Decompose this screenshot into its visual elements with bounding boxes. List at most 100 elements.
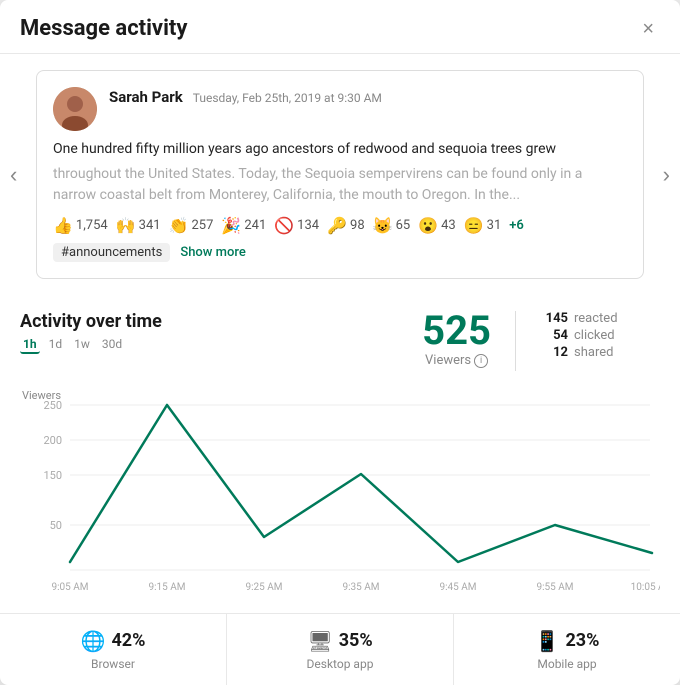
viewers-label: Viewers i xyxy=(422,353,491,368)
svg-text:9:25 AM: 9:25 AM xyxy=(245,582,282,593)
activity-left: Activity over time 1h 1d 1w 30d xyxy=(20,311,162,354)
svg-text:9:05 AM: 9:05 AM xyxy=(51,582,88,593)
reaction-count: 31 xyxy=(487,218,502,233)
viewers-count: 525 xyxy=(422,311,491,351)
stat-label: shared xyxy=(574,345,613,360)
footer-icon: 📱 xyxy=(535,629,560,653)
stat-row: 12 shared xyxy=(540,345,660,360)
message-date: Tuesday, Feb 25th, 2019 at 9:30 AM xyxy=(193,91,382,105)
activity-header: Activity over time 1h 1d 1w 30d 525 Viewers… xyxy=(20,311,660,371)
message-text-bold: One hundred fifty million years ago ance… xyxy=(53,139,627,160)
stats-block: 145 reacted 54 clicked 12 shared xyxy=(540,311,660,360)
reactions-row: 👍1,754🙌341👏257🎉241🚫134🔑98😺65😮43😑31+6 xyxy=(53,216,627,235)
activity-title: Activity over time xyxy=(20,311,162,332)
reaction-emoji: 🙌 xyxy=(116,216,136,235)
svg-text:9:45 AM: 9:45 AM xyxy=(439,582,476,593)
footer-icon: 🖥 xyxy=(307,629,332,653)
reaction-item[interactable]: 👏257 xyxy=(169,216,214,235)
modal-title: Message activity xyxy=(20,16,187,41)
avatar-svg xyxy=(53,87,97,131)
tags-row: #announcements Show more xyxy=(53,243,627,262)
viewers-block: 525 Viewers i xyxy=(422,311,491,368)
message-text-faded: throughout the United States. Today, the… xyxy=(53,164,627,206)
message-meta: Sarah Park Tuesday, Feb 25th, 2019 at 9:… xyxy=(53,87,627,131)
show-more-button[interactable]: Show more xyxy=(180,245,246,260)
footer-item-browser: 🌐 42% Browser xyxy=(0,614,227,685)
reaction-item[interactable]: 😮43 xyxy=(418,216,456,235)
author-name: Sarah Park xyxy=(109,88,183,106)
more-reactions[interactable]: +6 xyxy=(509,218,524,233)
svg-text:200: 200 xyxy=(43,434,62,447)
svg-text:9:35 AM: 9:35 AM xyxy=(342,582,379,593)
chart-svg: 250 200 150 50 9:05 AM 9:15 AM 9:25 AM 9… xyxy=(20,385,660,605)
footer-label: Desktop app xyxy=(307,657,374,671)
modal-header: Message activity × xyxy=(0,0,680,54)
stats-divider xyxy=(515,311,516,371)
message-card: Sarah Park Tuesday, Feb 25th, 2019 at 9:… xyxy=(36,70,644,279)
reaction-emoji: 😺 xyxy=(373,216,393,235)
reaction-item[interactable]: 👍1,754 xyxy=(53,216,108,235)
reaction-item[interactable]: 🙌341 xyxy=(116,216,161,235)
svg-text:10:05 AM: 10:05 AM xyxy=(631,582,660,593)
footer-icon: 🌐 xyxy=(81,629,106,653)
footer: 🌐 42% Browser 🖥 35% Desktop app 📱 23% Mo… xyxy=(0,613,680,685)
reaction-item[interactable]: 🚫134 xyxy=(274,216,319,235)
svg-text:150: 150 xyxy=(43,469,62,482)
footer-pct: 23% xyxy=(565,630,599,651)
reaction-emoji: 👍 xyxy=(53,216,73,235)
reaction-item[interactable]: 🎉241 xyxy=(221,216,266,235)
reaction-item[interactable]: 🔑98 xyxy=(327,216,365,235)
reaction-item[interactable]: 😺65 xyxy=(373,216,411,235)
reaction-count: 1,754 xyxy=(76,218,108,233)
stat-num: 12 xyxy=(540,345,568,360)
reaction-emoji: 🔑 xyxy=(327,216,347,235)
time-filter-1w[interactable]: 1w xyxy=(71,336,93,354)
info-icon[interactable]: i xyxy=(474,354,488,368)
reaction-emoji: 👏 xyxy=(169,216,189,235)
reaction-count: 98 xyxy=(350,218,365,233)
message-card-wrapper: ‹ Sarah Park Tuesday, Feb 25th, 2019 at … xyxy=(0,54,680,295)
chart-container: Viewers 250 200 150 50 9:05 AM 9:15 AM 9… xyxy=(0,385,680,605)
prev-arrow[interactable]: ‹ xyxy=(6,158,21,192)
time-filter-1d[interactable]: 1d xyxy=(46,336,66,354)
svg-text:50: 50 xyxy=(50,519,62,532)
footer-label: Mobile app xyxy=(537,657,596,671)
time-filter-30d[interactable]: 30d xyxy=(99,336,125,354)
reaction-count: 43 xyxy=(441,218,456,233)
stat-num: 54 xyxy=(540,328,568,343)
next-arrow[interactable]: › xyxy=(659,158,674,192)
stat-row: 145 reacted xyxy=(540,311,660,326)
footer-pct: 35% xyxy=(339,630,373,651)
stat-label: reacted xyxy=(574,311,618,326)
reaction-count: 241 xyxy=(244,218,266,233)
modal: Message activity × ‹ Sarah Park xyxy=(0,0,680,685)
stat-row: 54 clicked xyxy=(540,328,660,343)
activity-right: 525 Viewers i 145 reacted 54 clicked 12 share… xyxy=(422,311,660,371)
footer-label: Browser xyxy=(91,657,135,671)
reaction-item[interactable]: 😑31 xyxy=(464,216,502,235)
reaction-count: 341 xyxy=(139,218,161,233)
reaction-emoji: 😮 xyxy=(418,216,438,235)
reaction-count: 134 xyxy=(297,218,319,233)
footer-item-mobile-app: 📱 23% Mobile app xyxy=(454,614,680,685)
footer-item-desktop-app: 🖥 35% Desktop app xyxy=(227,614,454,685)
time-filters: 1h 1d 1w 30d xyxy=(20,336,162,354)
reaction-count: 257 xyxy=(191,218,213,233)
reaction-emoji: 🎉 xyxy=(221,216,241,235)
svg-text:9:15 AM: 9:15 AM xyxy=(148,582,185,593)
avatar-image xyxy=(53,87,97,131)
time-filter-1h[interactable]: 1h xyxy=(20,336,40,354)
reaction-emoji: 😑 xyxy=(464,216,484,235)
footer-pct: 42% xyxy=(111,630,145,651)
avatar xyxy=(53,87,97,131)
svg-text:9:55 AM: 9:55 AM xyxy=(536,582,573,593)
author-block: Sarah Park Tuesday, Feb 25th, 2019 at 9:… xyxy=(109,87,382,106)
stat-label: clicked xyxy=(574,328,615,343)
close-button[interactable]: × xyxy=(636,17,660,41)
stat-num: 145 xyxy=(540,311,568,326)
activity-section: Activity over time 1h 1d 1w 30d 525 Viewers… xyxy=(0,295,680,377)
chart-y-label: Viewers xyxy=(22,389,61,402)
reaction-count: 65 xyxy=(396,218,411,233)
reaction-emoji: 🚫 xyxy=(274,216,294,235)
channel-tag: #announcements xyxy=(53,243,170,262)
